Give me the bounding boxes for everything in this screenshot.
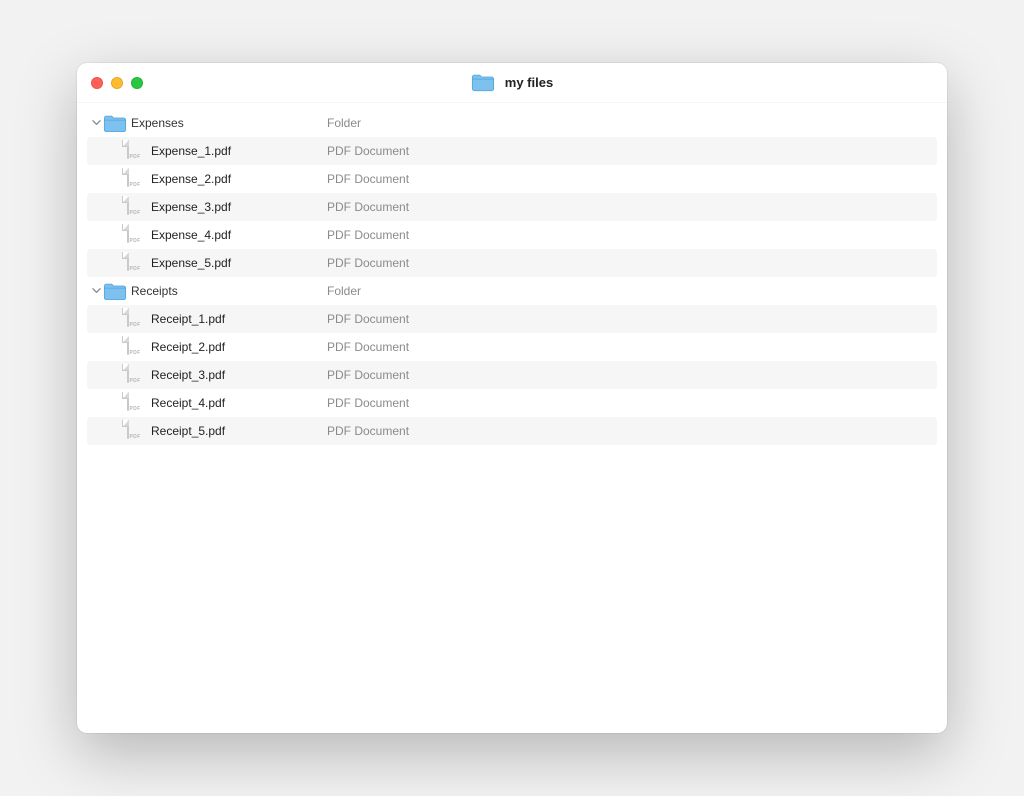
titlebar: my files <box>77 63 947 103</box>
file-name: Expense_2.pdf <box>151 172 231 186</box>
file-list: Expenses Folder PDF Expense_1.pdf PDF Do… <box>77 103 947 733</box>
file-row[interactable]: PDF Expense_4.pdf PDF Document <box>87 221 937 249</box>
file-row[interactable]: PDF Expense_5.pdf PDF Document <box>87 249 937 277</box>
pdf-file-icon: PDF <box>123 421 147 441</box>
pdf-file-icon: PDF <box>123 337 147 357</box>
close-window-button[interactable] <box>91 77 103 89</box>
folder-icon <box>103 282 127 301</box>
item-kind: Folder <box>325 116 361 130</box>
item-kind: PDF Document <box>325 340 409 354</box>
file-row[interactable]: PDF Expense_1.pdf PDF Document <box>87 137 937 165</box>
window-controls <box>77 77 143 89</box>
window-title: my files <box>77 73 947 92</box>
finder-window: my files Expenses Folder PDF Expense_1.p… <box>77 63 947 733</box>
item-kind: PDF Document <box>325 200 409 214</box>
folder-row-expenses[interactable]: Expenses Folder <box>87 109 937 137</box>
pdf-file-icon: PDF <box>123 197 147 217</box>
file-name: Receipt_2.pdf <box>151 340 225 354</box>
pdf-file-icon: PDF <box>123 225 147 245</box>
pdf-file-icon: PDF <box>123 141 147 161</box>
file-row[interactable]: PDF Expense_3.pdf PDF Document <box>87 193 937 221</box>
folder-name: Receipts <box>131 284 178 298</box>
file-name: Expense_1.pdf <box>151 144 231 158</box>
file-row[interactable]: PDF Receipt_3.pdf PDF Document <box>87 361 937 389</box>
window-title-text: my files <box>505 75 553 90</box>
minimize-window-button[interactable] <box>111 77 123 89</box>
folder-icon <box>103 114 127 133</box>
zoom-window-button[interactable] <box>131 77 143 89</box>
item-kind: PDF Document <box>325 368 409 382</box>
file-name: Receipt_4.pdf <box>151 396 225 410</box>
file-name: Expense_3.pdf <box>151 200 231 214</box>
file-name: Receipt_3.pdf <box>151 368 225 382</box>
item-kind: PDF Document <box>325 256 409 270</box>
file-name: Expense_5.pdf <box>151 256 231 270</box>
item-kind: PDF Document <box>325 144 409 158</box>
folder-icon <box>471 73 495 92</box>
item-kind: Folder <box>325 284 361 298</box>
pdf-file-icon: PDF <box>123 253 147 273</box>
pdf-file-icon: PDF <box>123 169 147 189</box>
file-row[interactable]: PDF Receipt_5.pdf PDF Document <box>87 417 937 445</box>
file-row[interactable]: PDF Expense_2.pdf PDF Document <box>87 165 937 193</box>
file-row[interactable]: PDF Receipt_4.pdf PDF Document <box>87 389 937 417</box>
file-name: Receipt_1.pdf <box>151 312 225 326</box>
disclosure-triangle[interactable] <box>89 286 103 295</box>
item-kind: PDF Document <box>325 172 409 186</box>
folder-row-receipts[interactable]: Receipts Folder <box>87 277 937 305</box>
item-kind: PDF Document <box>325 396 409 410</box>
item-kind: PDF Document <box>325 424 409 438</box>
file-row[interactable]: PDF Receipt_1.pdf PDF Document <box>87 305 937 333</box>
pdf-file-icon: PDF <box>123 393 147 413</box>
folder-name: Expenses <box>131 116 184 130</box>
file-name: Receipt_5.pdf <box>151 424 225 438</box>
disclosure-triangle[interactable] <box>89 118 103 127</box>
item-kind: PDF Document <box>325 312 409 326</box>
item-kind: PDF Document <box>325 228 409 242</box>
file-name: Expense_4.pdf <box>151 228 231 242</box>
file-row[interactable]: PDF Receipt_2.pdf PDF Document <box>87 333 937 361</box>
pdf-file-icon: PDF <box>123 365 147 385</box>
pdf-file-icon: PDF <box>123 309 147 329</box>
